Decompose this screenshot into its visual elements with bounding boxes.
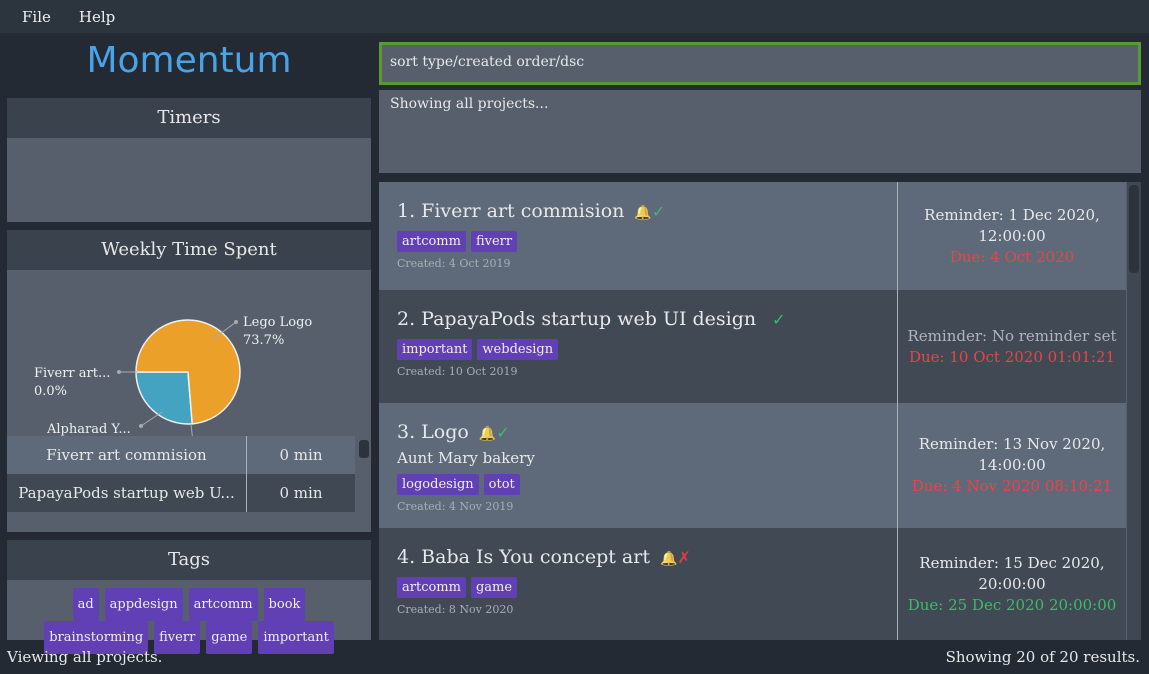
tag-chip[interactable]: ad	[72, 588, 99, 621]
pie-label: Lego Logo	[243, 315, 312, 330]
created-date: Created: 4 Oct 2019	[397, 257, 511, 270]
project-title: 2. PapayaPods startup web UI design ✓	[397, 308, 879, 330]
cross-icon: ✗	[677, 548, 691, 567]
tag-chip[interactable]: important	[258, 621, 334, 654]
project-name: PapayaPods startup web U...	[7, 474, 247, 512]
project-name: Fiverr art commision	[7, 436, 247, 474]
project-dates: Reminder: 1 Dec 2020, 12:00:00 Due: 4 Oct…	[898, 182, 1126, 290]
due-date: Due: 4 Oct 2020	[949, 247, 1075, 266]
weekly-panel: Weekly Time Spent Lego Logo 73.7% Alpharad…	[7, 230, 371, 532]
project-title: 1. Fiverr art commision 🔔✓	[397, 200, 879, 222]
time-spent: 0 min	[279, 484, 323, 502]
project-info: 3. Logo 🔔✓ Aunt Mary bakery logodesign otot C…	[379, 403, 898, 528]
project-info: 1. Fiverr art commision 🔔✓ artcomm fiverr Cr…	[379, 182, 898, 290]
project-name: 1. Fiverr art commision	[397, 200, 625, 222]
project-dates: Reminder: 13 Nov 2020, 14:00:00 Due: 4 No…	[898, 403, 1126, 528]
due-date: Due: 10 Oct 2020 01:01:21	[908, 347, 1116, 366]
app-logo: Momentum	[86, 40, 292, 81]
tag-chip[interactable]: important	[397, 339, 473, 360]
project-name: 4. Baba Is You concept art	[397, 546, 650, 568]
check-icon: ✓	[651, 202, 666, 221]
tags-title: Tags	[7, 540, 371, 580]
tag-chip[interactable]: appdesign	[104, 588, 183, 621]
project-info: 4. Baba Is You concept art 🔔✗ artcomm game C…	[379, 528, 898, 640]
pie-percent: 0.0%	[34, 384, 67, 399]
project-title: 4. Baba Is You concept art 🔔✗	[397, 546, 879, 568]
reminder: Reminder: 13 Nov 2020, 14:00:00	[918, 435, 1106, 474]
tag-chip[interactable]: artcomm	[188, 588, 258, 621]
project-title: 3. Logo 🔔✓	[397, 421, 879, 443]
tag-chip[interactable]: book	[263, 588, 306, 621]
project-description: Aunt Mary bakery	[397, 449, 535, 467]
result-display: Showing all projects...	[379, 90, 1141, 173]
status-icons: ✓	[772, 310, 785, 329]
project-dates: Reminder: 15 Dec 2020, 20:00:00 Due: 25 D…	[898, 528, 1126, 640]
project-card[interactable]: 1. Fiverr art commision 🔔✓ artcomm fiverr Cr…	[379, 182, 1126, 290]
time-spent: 0 min	[279, 446, 323, 464]
menu-file[interactable]: File	[22, 8, 51, 26]
tag-chip[interactable]: fiverr	[470, 231, 518, 252]
tag-chip[interactable]: artcomm	[397, 231, 466, 252]
tag-chip[interactable]: webdesign	[477, 339, 559, 360]
project-tags: important webdesign	[397, 338, 879, 360]
project-list-scrollbar[interactable]	[1127, 182, 1141, 640]
reminder: Reminder: No reminder set	[907, 326, 1117, 345]
due-date: Due: 4 Nov 2020 08:10:21	[911, 477, 1113, 495]
project-info: 2. PapayaPods startup web UI design ✓ impo…	[379, 290, 898, 403]
project-card[interactable]: 3. Logo 🔔✓ Aunt Mary bakery logodesign otot C…	[379, 403, 1126, 528]
check-icon: ✓	[496, 423, 510, 442]
pie-slice-alpharad-y-	[135, 371, 194, 425]
project-tags: artcomm game	[397, 576, 879, 598]
pie-percent: 73.7%	[243, 333, 284, 348]
pie-label: Fiverr art...	[34, 366, 110, 381]
command-input[interactable]: sort type/created order/dsc	[379, 42, 1141, 85]
bell-icon: 🔔	[478, 426, 497, 442]
project-name: 3. Logo	[397, 421, 469, 443]
bell-icon: 🔔	[659, 551, 678, 567]
status-icons: 🔔✓	[634, 202, 665, 221]
tag-chip[interactable]: artcomm	[397, 577, 466, 598]
project-tags: artcomm fiverr	[397, 230, 879, 252]
created-date: Created: 10 Oct 2019	[397, 365, 518, 378]
pie-label-dot	[117, 370, 121, 374]
tag-chip[interactable]: game	[470, 577, 518, 598]
reminder: Reminder: 15 Dec 2020, 20:00:00	[919, 553, 1105, 593]
project-card[interactable]: 2. PapayaPods startup web UI design ✓ impo…	[379, 290, 1126, 403]
tag-list: ad appdesign artcomm bookbrainstorming fiver…	[7, 580, 371, 654]
pie-label-dot	[234, 320, 238, 324]
check-icon: ✓	[772, 310, 786, 329]
due-date: Due: 25 Dec 2020 20:00:00	[907, 595, 1117, 614]
tag-chip[interactable]: logodesign	[397, 474, 479, 495]
created-date: Created: 8 Nov 2020	[397, 603, 514, 616]
time-table: Fiverr art commision 0 min PapayaPods star…	[7, 436, 355, 512]
bell-icon: 🔔	[634, 205, 652, 221]
status-icons: 🔔✓	[479, 423, 510, 442]
project-name: 2. PapayaPods startup web UI design	[397, 308, 757, 330]
project-dates: Reminder: No reminder set Due: 10 Oct 202…	[898, 290, 1126, 403]
status-right: Showing 20 of 20 results.	[945, 648, 1140, 666]
project-tags: logodesign otot	[397, 473, 879, 495]
menu-bar: File Help	[0, 0, 1149, 33]
pie-label-line	[140, 411, 163, 427]
reminder: Reminder: 1 Dec 2020, 12:00:00	[924, 205, 1100, 245]
scrollbar-thumb[interactable]	[1129, 185, 1139, 273]
pie-label-dot	[139, 424, 143, 428]
created-date: Created: 4 Nov 2019	[397, 500, 514, 513]
tag-chip[interactable]: otot	[483, 474, 520, 495]
project-card[interactable]: 4. Baba Is You concept art 🔔✗ artcomm game C…	[379, 528, 1126, 640]
time-table-row[interactable]: PapayaPods startup web U... 0 min	[7, 474, 355, 512]
weekly-title: Weekly Time Spent	[7, 230, 371, 270]
timers-panel: Timers	[7, 98, 371, 222]
status-icons: 🔔✗	[660, 548, 691, 567]
time-table-row[interactable]: Fiverr art commision 0 min	[7, 436, 355, 474]
menu-help[interactable]: Help	[79, 8, 115, 26]
tag-chip[interactable]: game	[206, 621, 253, 654]
project-list: 1. Fiverr art commision 🔔✓ artcomm fiverr Cr…	[379, 182, 1141, 640]
tags-panel: Tags ad appdesign artcomm bookbrainstorming…	[7, 540, 371, 654]
timers-title: Timers	[7, 98, 371, 138]
status-left: Viewing all projects.	[7, 648, 163, 666]
pie-label: Alpharad Y...	[46, 422, 131, 437]
time-table-scrollbar[interactable]	[357, 436, 371, 532]
